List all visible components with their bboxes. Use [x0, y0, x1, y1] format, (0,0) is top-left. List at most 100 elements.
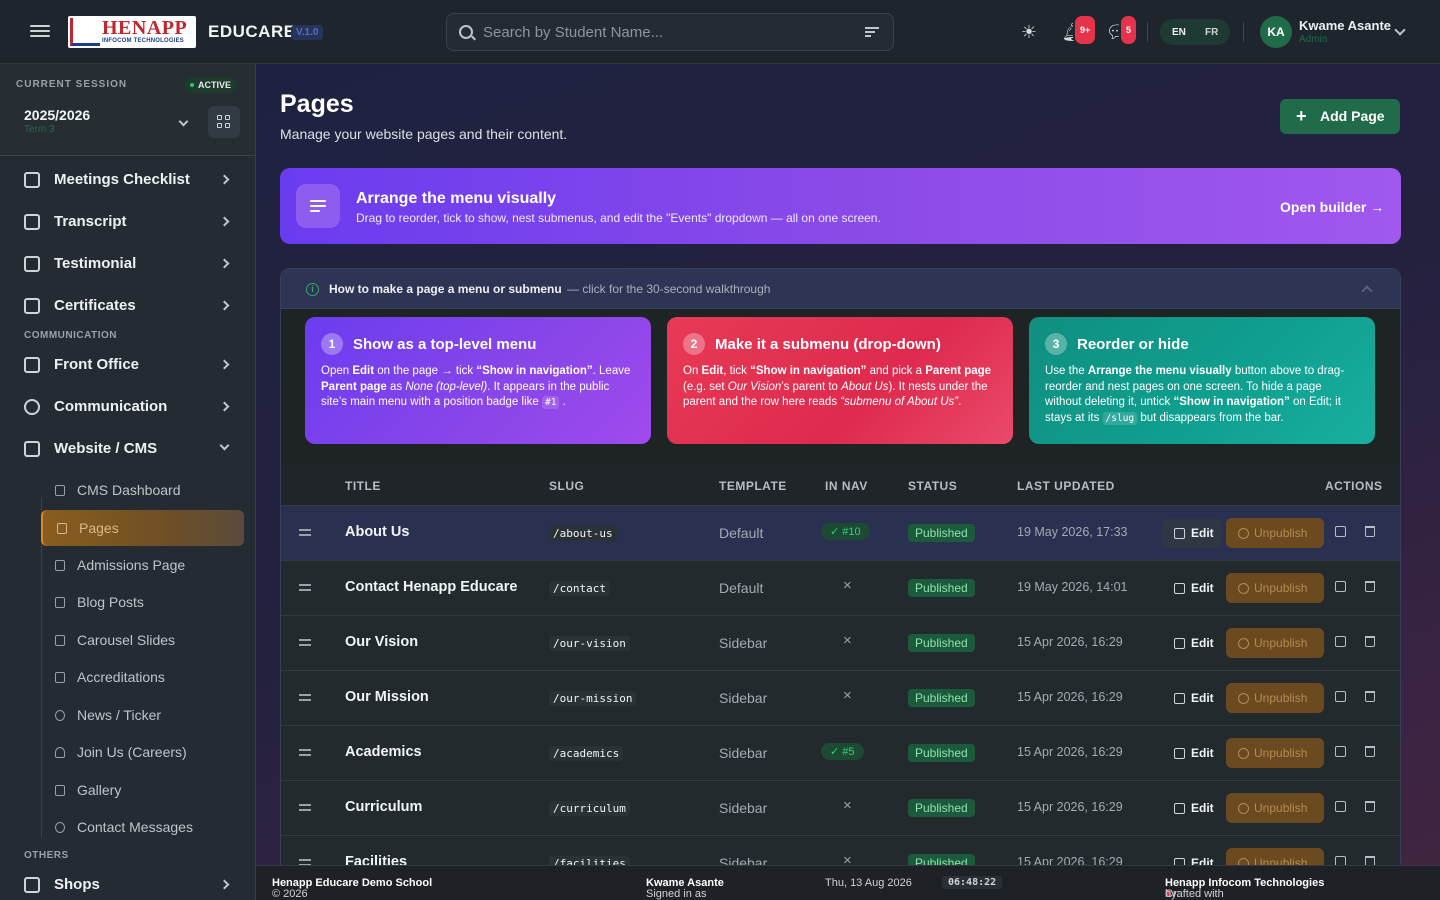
external-link-icon[interactable]	[1335, 856, 1346, 865]
sidebar-item-website-cms[interactable]: Website / CMS	[16, 430, 240, 468]
unpublish-button[interactable]: Unpublish	[1226, 738, 1324, 768]
table-row[interactable]: Curriculum/curriculum Sidebar × Published 15…	[281, 780, 1400, 835]
lang-fr[interactable]: FR	[1205, 27, 1218, 38]
edit-button[interactable]: Edit	[1162, 573, 1222, 603]
sidebar-item-front-office[interactable]: Front Office	[16, 346, 240, 384]
sidebar-subitem-pages[interactable]: Pages	[41, 510, 244, 546]
add-page-button[interactable]: + Add Page	[1280, 99, 1400, 134]
edit-button[interactable]: Edit	[1162, 518, 1222, 548]
trash-icon[interactable]	[1365, 746, 1375, 757]
page-title-cell[interactable]: Our Vision	[345, 634, 418, 650]
edit-button[interactable]: Edit	[1162, 628, 1222, 658]
drag-handle-icon[interactable]	[299, 639, 311, 649]
sidebar-item-communication[interactable]: Communication	[16, 388, 240, 426]
external-link-icon[interactable]	[1335, 746, 1346, 757]
edit-button[interactable]: Edit	[1162, 738, 1222, 768]
sidebar-subitem-carousel-slides[interactable]: Carousel Slides	[41, 622, 244, 658]
theme-toggle-icon[interactable]: ☀	[1017, 20, 1041, 44]
chevron-down-icon[interactable]	[178, 116, 189, 127]
column-header-status[interactable]: STATUS	[908, 479, 957, 493]
sidebar-subitem-news-ticker[interactable]: News / Ticker	[41, 697, 244, 733]
menu-toggle-icon[interactable]	[30, 22, 50, 42]
status-badge: Published	[908, 854, 975, 865]
grid-icon[interactable]	[208, 106, 240, 138]
table-row[interactable]: About Us/about-us Default ✓ #10 Published 19…	[281, 505, 1400, 560]
sidebar-item-shops[interactable]: Shops	[16, 866, 240, 900]
sidebar-subitem-blog-posts[interactable]: Blog Posts	[41, 584, 244, 620]
unpublish-button[interactable]: Unpublish	[1226, 793, 1324, 823]
step-number: 3	[1045, 333, 1067, 355]
trash-icon[interactable]	[1365, 856, 1375, 865]
trash-icon[interactable]	[1365, 691, 1375, 702]
chevron-down-icon[interactable]	[1394, 24, 1406, 36]
sidebar-subitem-join-us[interactable]: Join Us (Careers)	[41, 734, 244, 770]
page-title-cell[interactable]: Facilities	[345, 854, 407, 865]
page-title-cell[interactable]: Curriculum	[345, 799, 422, 815]
drag-handle-icon[interactable]	[299, 694, 311, 704]
page-title-cell[interactable]: About Us	[345, 524, 409, 540]
trash-icon[interactable]	[1365, 636, 1375, 647]
page-title-cell[interactable]: Academics	[345, 744, 422, 760]
logo[interactable]: HENAPP INFOCOM TECHNOLOGIES	[68, 16, 196, 48]
column-header-template[interactable]: TEMPLATE	[719, 479, 787, 493]
footer-signed-in: Signed in as Kwame Asante	[646, 877, 724, 900]
sidebar-subitem-admissions-page[interactable]: Admissions Page	[41, 547, 244, 583]
page-title-cell[interactable]: Contact Henapp Educare	[345, 579, 517, 595]
footer-clock: 06:48:22	[942, 876, 1003, 889]
drag-handle-icon[interactable]	[299, 804, 311, 814]
drag-handle-icon[interactable]	[299, 584, 311, 594]
edit-button[interactable]: Edit	[1162, 848, 1222, 865]
external-link-icon[interactable]	[1335, 581, 1346, 592]
page-title-cell[interactable]: Our Mission	[345, 689, 429, 705]
howto-header[interactable]: i How to make a page a menu or submenu —…	[281, 269, 1400, 309]
sidebar-item-certificates[interactable]: Certificates	[16, 287, 240, 325]
trash-icon[interactable]	[1365, 526, 1375, 537]
session-year[interactable]: 2025/2026	[24, 107, 90, 123]
external-link-icon[interactable]	[1335, 526, 1346, 537]
user-name[interactable]: Kwame Asante	[1299, 18, 1391, 33]
menu-builder-banner[interactable]: Arrange the menu visually Drag to reorde…	[280, 168, 1401, 244]
table-row[interactable]: Our Mission/our-mission Sidebar × Published…	[281, 670, 1400, 725]
unpublish-button[interactable]: Unpublish	[1226, 518, 1324, 548]
sidebar-subitem-accreditations[interactable]: Accreditations	[41, 659, 244, 695]
bell-icon[interactable]: 🔔︎9+	[1061, 14, 1098, 46]
last-updated-cell: 15 Apr 2026, 16:29	[1017, 855, 1123, 865]
external-link-icon[interactable]	[1335, 636, 1346, 647]
trash-icon[interactable]	[1365, 581, 1375, 592]
column-header-title[interactable]: TITLE	[345, 479, 381, 493]
unpublish-button[interactable]: Unpublish	[1226, 573, 1324, 603]
lang-en[interactable]: EN	[1172, 27, 1186, 38]
column-header-slug[interactable]: SLUG	[549, 479, 584, 493]
avatar[interactable]: KA	[1260, 16, 1292, 48]
filter-icon[interactable]	[865, 27, 879, 39]
unpublish-button[interactable]: Unpublish	[1226, 628, 1324, 658]
sidebar-item-meetings-checklist[interactable]: Meetings Checklist	[16, 161, 240, 199]
edit-button[interactable]: Edit	[1162, 793, 1222, 823]
unpublish-button[interactable]: Unpublish	[1226, 848, 1324, 865]
unpublish-button[interactable]: Unpublish	[1226, 683, 1324, 713]
open-builder-link[interactable]: Open builder →	[1280, 199, 1384, 215]
table-row[interactable]: Our Vision/our-vision Sidebar × Published 15…	[281, 615, 1400, 670]
column-header-last-updated[interactable]: LAST UPDATED	[1017, 479, 1115, 493]
sidebar-item-transcript[interactable]: Transcript	[16, 203, 240, 241]
sidebar-subitem-gallery[interactable]: Gallery	[41, 772, 244, 808]
search-input[interactable]	[483, 22, 843, 42]
external-link-icon[interactable]	[1335, 801, 1346, 812]
table-row[interactable]: Facilities/facilities Sidebar × Published 15…	[281, 835, 1400, 865]
chevron-up-icon[interactable]	[1361, 285, 1373, 297]
sidebar-subitem-cms-dashboard[interactable]: CMS Dashboard	[41, 472, 244, 508]
drag-handle-icon[interactable]	[299, 749, 311, 759]
table-row[interactable]: Contact Henapp Educare/contact Default × Pu…	[281, 560, 1400, 615]
sidebar-item-testimonial[interactable]: Testimonial	[16, 245, 240, 283]
trash-icon[interactable]	[1365, 801, 1375, 812]
sidebar-subitem-contact-messages[interactable]: Contact Messages	[41, 809, 244, 845]
card-body: Open Edit on the page → tick “Show in na…	[321, 365, 631, 409]
edit-button[interactable]: Edit	[1162, 683, 1222, 713]
monitor-icon	[24, 441, 40, 457]
chat-icon[interactable]: 💬︎ 5	[1105, 14, 1139, 46]
table-row[interactable]: Academics/academics Sidebar ✓ #5 Published 1…	[281, 725, 1400, 780]
status-badge: Published	[908, 524, 975, 542]
drag-handle-icon[interactable]	[299, 529, 311, 539]
external-link-icon[interactable]	[1335, 691, 1346, 702]
column-header-in-nav[interactable]: IN NAV	[825, 479, 868, 493]
